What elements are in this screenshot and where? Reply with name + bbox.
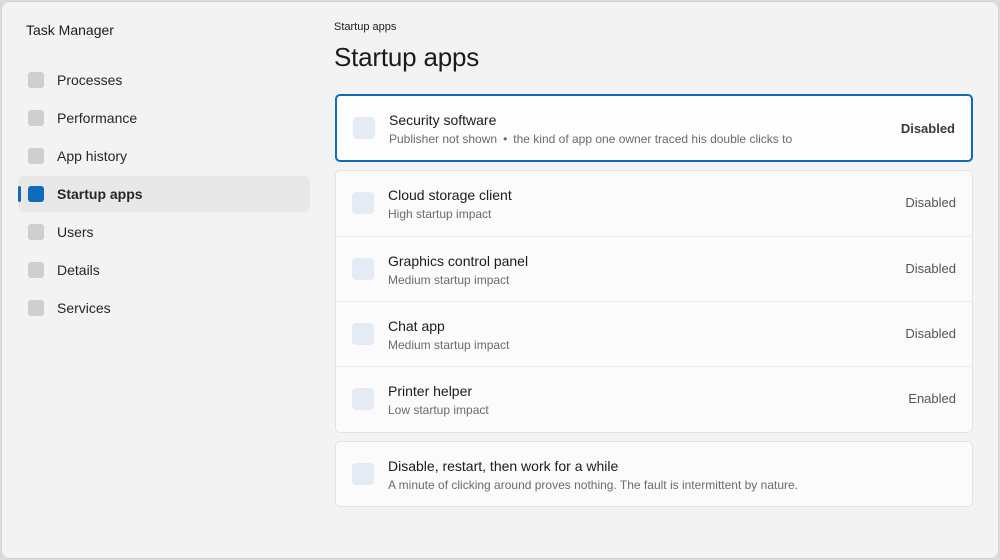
app-name: Chat app [388,318,445,334]
app-icon [352,323,374,345]
processes-icon [28,72,44,88]
app-icon [352,192,374,214]
sidebar-item-label: Details [57,262,100,278]
sidebar-item-label: Startup apps [57,186,143,202]
app-history-icon [28,148,44,164]
sidebar-nav: Processes Performance App history Startu… [18,62,310,328]
app-row-cloud-storage-client[interactable]: Cloud storage client High startup impact… [336,171,972,236]
sidebar-item-label: Services [57,300,111,316]
app-note: the kind of app one owner traced his dou… [513,132,793,146]
tip-title: Disable, restart, then work for a while [388,458,619,474]
tip-card: Disable, restart, then work for a while … [335,441,973,507]
app-title: Task Manager [26,22,114,38]
tip-row: Disable, restart, then work for a while … [336,442,972,506]
sidebar-item-label: Performance [57,110,138,126]
startup-apps-list: Cloud storage client High startup impact… [335,170,973,433]
startup-apps-icon [28,186,44,202]
sidebar-item-app-history[interactable]: App history [18,138,310,174]
app-name: Graphics control panel [388,253,529,269]
publisher-text: Publisher not shown [389,132,498,146]
task-manager-window: Task Manager Processes Performance App h… [1,1,999,559]
tip-icon [352,463,374,485]
startup-impact: Medium startup impact [388,273,510,287]
status-label: Disabled [905,195,956,210]
sidebar-item-label: Users [57,224,94,240]
app-name: Printer helper [388,383,473,399]
app-icon [352,388,374,410]
sidebar-item-users[interactable]: Users [18,214,310,250]
app-row-printer-helper[interactable]: Printer helper Low startup impact Enable… [336,366,972,431]
app-icon [353,117,375,139]
app-name: Cloud storage client [388,187,512,203]
app-row-security-software[interactable]: Security software Publisher not shown • th… [337,96,971,160]
status-label: Enabled [908,391,956,406]
startup-impact: High startup impact [388,207,492,221]
page-title: Startup apps [334,42,480,72]
sidebar: Task Manager Processes Performance App h… [2,2,322,558]
app-icon [352,258,374,280]
sidebar-item-label: Processes [57,72,123,88]
active-indicator [18,186,21,202]
app-row-chat-app[interactable]: Chat app Medium startup impact Disabled [336,301,972,366]
sidebar-item-services[interactable]: Services [18,290,310,326]
status-label: Disabled [905,261,956,276]
app-row-graphics-control-panel[interactable]: Graphics control panel Medium startup im… [336,236,972,301]
tip-text: A minute of clicking around proves nothi… [388,478,799,492]
startup-impact: Low startup impact [388,403,489,417]
sidebar-item-processes[interactable]: Processes [18,62,310,98]
main-content: Startup apps Startup apps Security softw… [334,2,974,558]
status-label: Disabled [900,121,955,136]
users-icon [28,224,44,240]
selected-app-card[interactable]: Security software Publisher not shown • th… [335,94,973,162]
services-icon [28,300,44,316]
sidebar-item-performance[interactable]: Performance [18,100,310,136]
details-icon [28,262,44,278]
sidebar-item-details[interactable]: Details [18,252,310,288]
app-subtitle: Publisher not shown • the kind of app one … [389,132,792,147]
status-label: Disabled [905,326,956,341]
breadcrumb: Startup apps [334,21,397,33]
separator-dot: • [503,132,508,146]
sidebar-item-label: App history [57,148,128,164]
startup-impact: Medium startup impact [388,338,510,352]
performance-icon [28,110,44,126]
app-name: Security software [389,112,497,128]
sidebar-item-startup-apps[interactable]: Startup apps [18,176,310,212]
